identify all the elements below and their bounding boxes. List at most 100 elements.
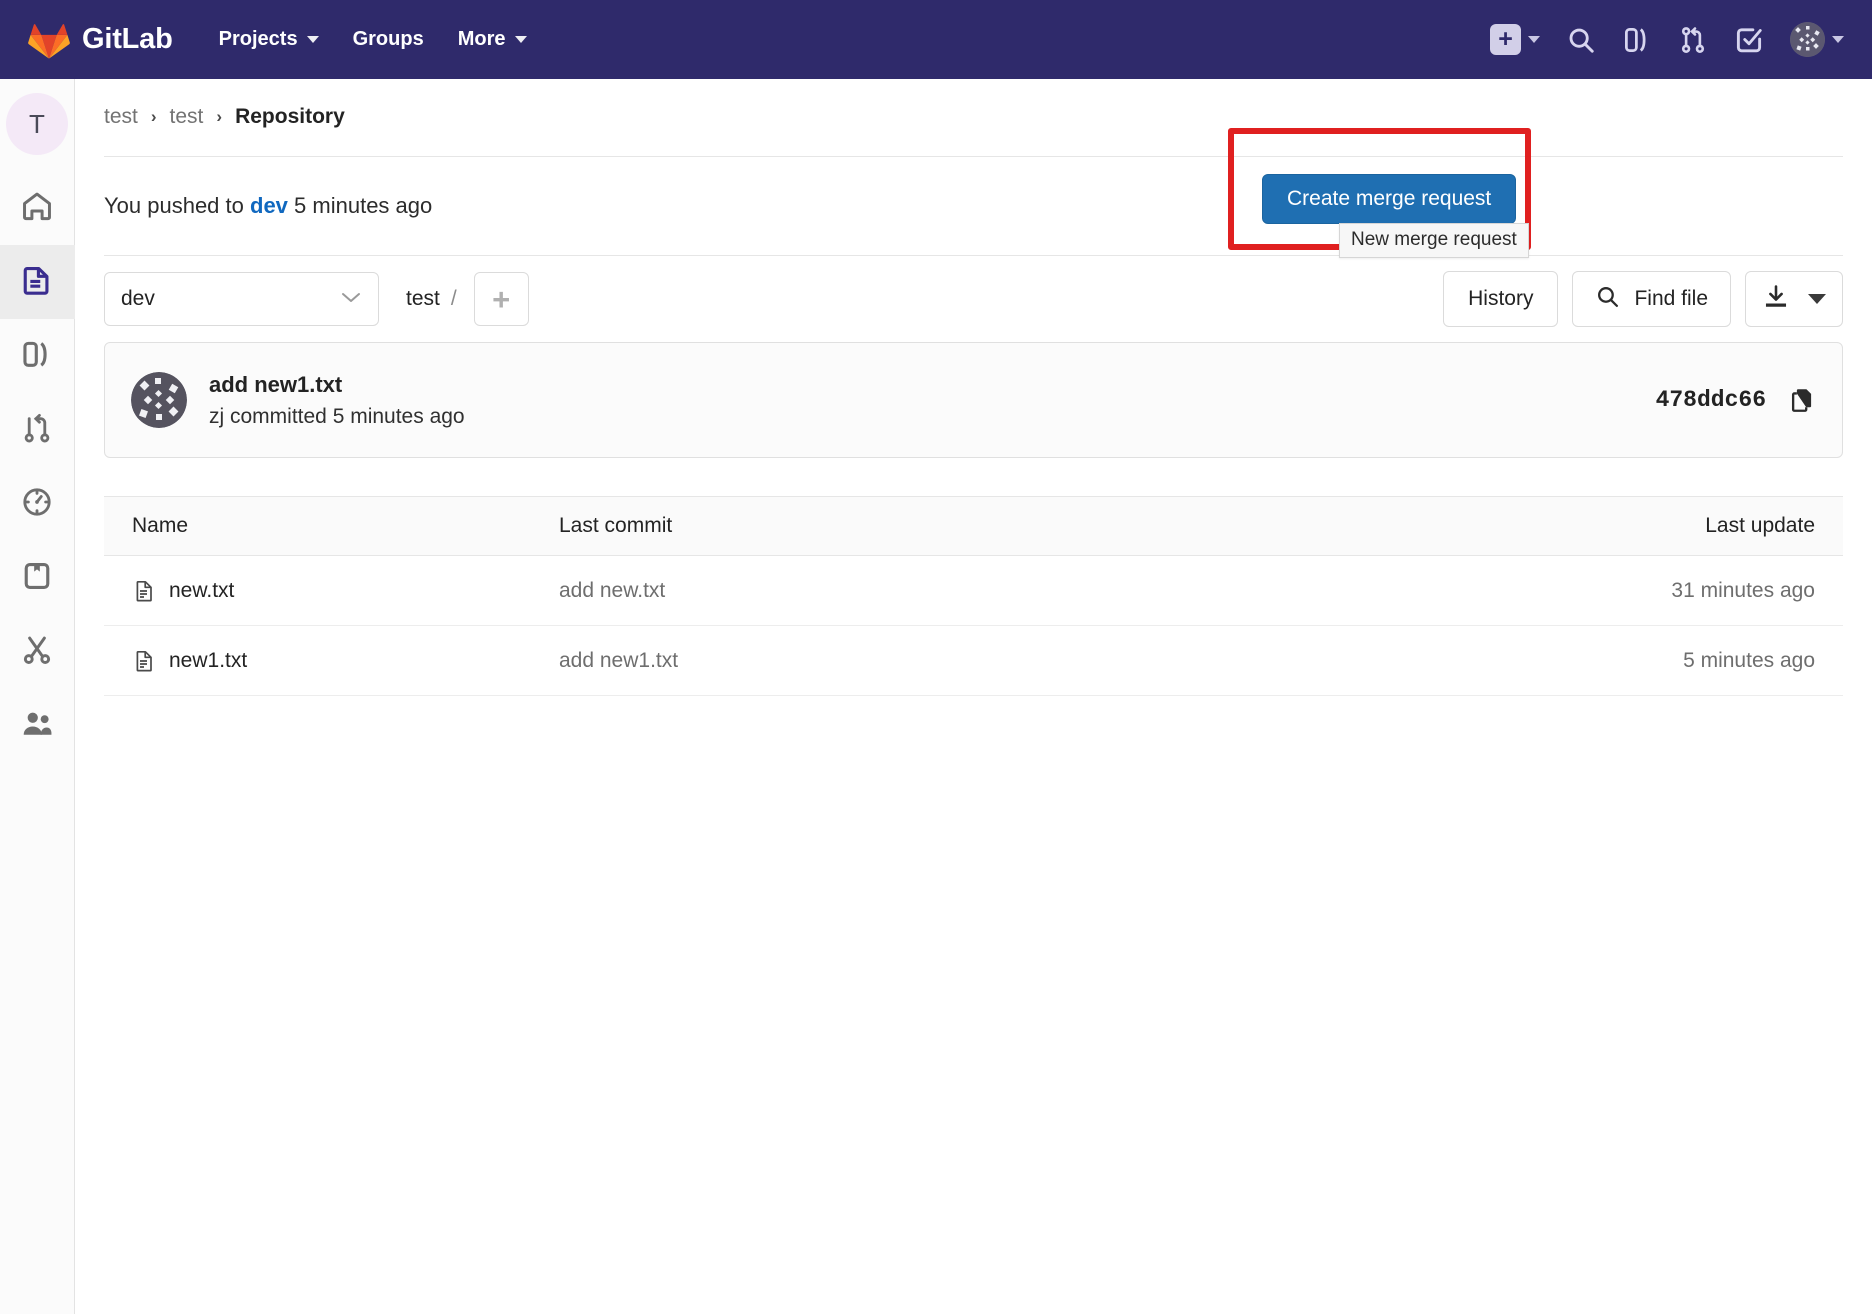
chevron-down-icon [340,289,362,309]
file-cell: new1.txt [104,649,559,673]
breadcrumb-separator: › [216,107,223,126]
table-row[interactable]: new.txt add new.txt 31 minutes ago [104,556,1843,626]
download-icon [1762,283,1790,316]
push-banner: You pushed to dev 5 minutes ago [104,157,1843,255]
file-list-table: Name Last commit Last update new.txt add [104,496,1843,696]
breadcrumb-current: Repository [235,105,345,128]
file-cell: new.txt [104,579,559,603]
chevron-down-icon [1808,294,1826,304]
commit-meta: add new1.txt zj committed 5 minutes ago [209,372,465,429]
file-last-commit[interactable]: add new.txt [559,579,1543,603]
push-suffix: 5 minutes ago [294,193,433,218]
add-to-repository-button[interactable]: + [473,272,529,326]
column-header-last-update: Last update [1705,514,1815,537]
create-merge-request-button[interactable]: Create merge request [1262,174,1517,224]
chevron-down-icon [1528,36,1540,43]
commit-author-line: zj committed 5 minutes ago [209,404,465,428]
find-file-button[interactable]: Find file [1572,271,1731,327]
download-button[interactable] [1745,271,1843,327]
user-menu[interactable] [1790,22,1844,57]
repository-toolbar: dev test / + History Find file [104,256,1843,342]
commit-title[interactable]: add new1.txt [209,372,465,398]
plus-icon: + [1490,24,1521,55]
merge-request-icon [20,411,54,450]
sidebar-item-project-home[interactable] [0,171,75,245]
chevron-down-icon [306,36,319,43]
navbar-actions: + [1490,22,1844,57]
history-label: History [1468,287,1534,310]
push-banner-text: You pushed to dev 5 minutes ago [104,193,432,219]
todos-icon[interactable] [1734,25,1764,55]
commit-sha-group: 478ddc66 [1656,386,1816,414]
branch-selector[interactable]: dev [104,272,379,326]
commit-author-avatar [131,372,187,428]
package-icon [20,559,54,598]
sidebar-item-packages[interactable] [0,541,75,615]
plus-icon: + [492,281,511,317]
copy-icon[interactable] [1788,386,1816,414]
issues-icon[interactable] [1622,25,1652,55]
new-item-button[interactable]: + [1490,24,1540,55]
find-file-label: Find file [1634,287,1708,310]
project-avatar[interactable]: T [6,93,68,155]
latest-commit-card: add new1.txt zj committed 5 minutes ago … [104,342,1843,458]
scissors-icon [20,633,54,672]
issues-icon [20,337,54,376]
new-merge-request-tooltip: New merge request [1339,223,1529,258]
merge-requests-icon[interactable] [1678,25,1708,55]
avatar [1790,22,1825,57]
column-header-last-commit: Last commit [559,514,673,537]
breadcrumb-separator: › [150,107,157,126]
push-branch-link[interactable]: dev [250,193,288,218]
file-icon [132,649,156,673]
path-separator: / [450,287,457,310]
home-icon [20,189,54,228]
file-name[interactable]: new.txt [169,579,234,603]
nav-projects-label: Projects [218,28,298,50]
nav-groups-label: Groups [352,28,424,50]
file-last-update: 5 minutes ago [1683,648,1815,672]
search-icon [1595,284,1620,315]
nav-groups[interactable]: Groups [353,28,424,51]
branch-selector-value: dev [121,287,155,310]
column-header-name: Name [132,514,189,537]
brand-name: GitLab [82,23,173,55]
sidebar-item-ci-cd[interactable] [0,467,75,541]
breadcrumb-project[interactable]: test [170,105,204,129]
file-last-commit[interactable]: add new1.txt [559,649,1543,673]
sidebar-item-snippets[interactable] [0,615,75,689]
path-breadcrumb: test / [406,287,457,311]
search-icon[interactable] [1566,25,1596,55]
gitlab-repository-page: GitLab Projects Groups More + T test › t… [0,0,1872,1314]
nav-projects[interactable]: Projects [219,28,319,51]
push-prefix: You pushed to [104,193,244,218]
sidebar-item-repository[interactable] [0,245,75,319]
project-sidebar: T [0,79,75,1314]
gitlab-logo-icon [28,23,70,59]
top-navbar: GitLab Projects Groups More + [0,0,1872,79]
sidebar-item-merge-requests[interactable] [0,393,75,467]
nav-more[interactable]: More [458,28,527,51]
commit-sha[interactable]: 478ddc66 [1656,387,1766,413]
file-name[interactable]: new1.txt [169,649,247,673]
nav-more-label: More [457,28,506,50]
create-merge-request-label: Create merge request [1287,187,1492,210]
file-icon [132,579,156,603]
rocket-gauge-icon [20,485,54,524]
path-root[interactable]: test [406,287,440,311]
document-icon [20,263,54,302]
toolbar-actions: History Find file [1443,271,1843,327]
breadcrumb: test › test › Repository [75,79,1872,129]
history-button[interactable]: History [1443,271,1559,327]
chevron-down-icon [1832,36,1844,43]
sidebar-item-members[interactable] [0,689,75,763]
table-row[interactable]: new1.txt add new1.txt 5 minutes ago [104,626,1843,696]
create-merge-request-wrapper: Create merge request [1262,174,1517,224]
sidebar-item-issues[interactable] [0,319,75,393]
main-content: test › test › Repository You pushed to d… [75,79,1872,1314]
table-header: Name Last commit Last update [104,496,1843,556]
gitlab-brand[interactable]: GitLab [28,19,173,61]
project-avatar-letter: T [29,108,45,139]
breadcrumb-group[interactable]: test [104,105,138,129]
file-last-update: 31 minutes ago [1671,578,1815,602]
